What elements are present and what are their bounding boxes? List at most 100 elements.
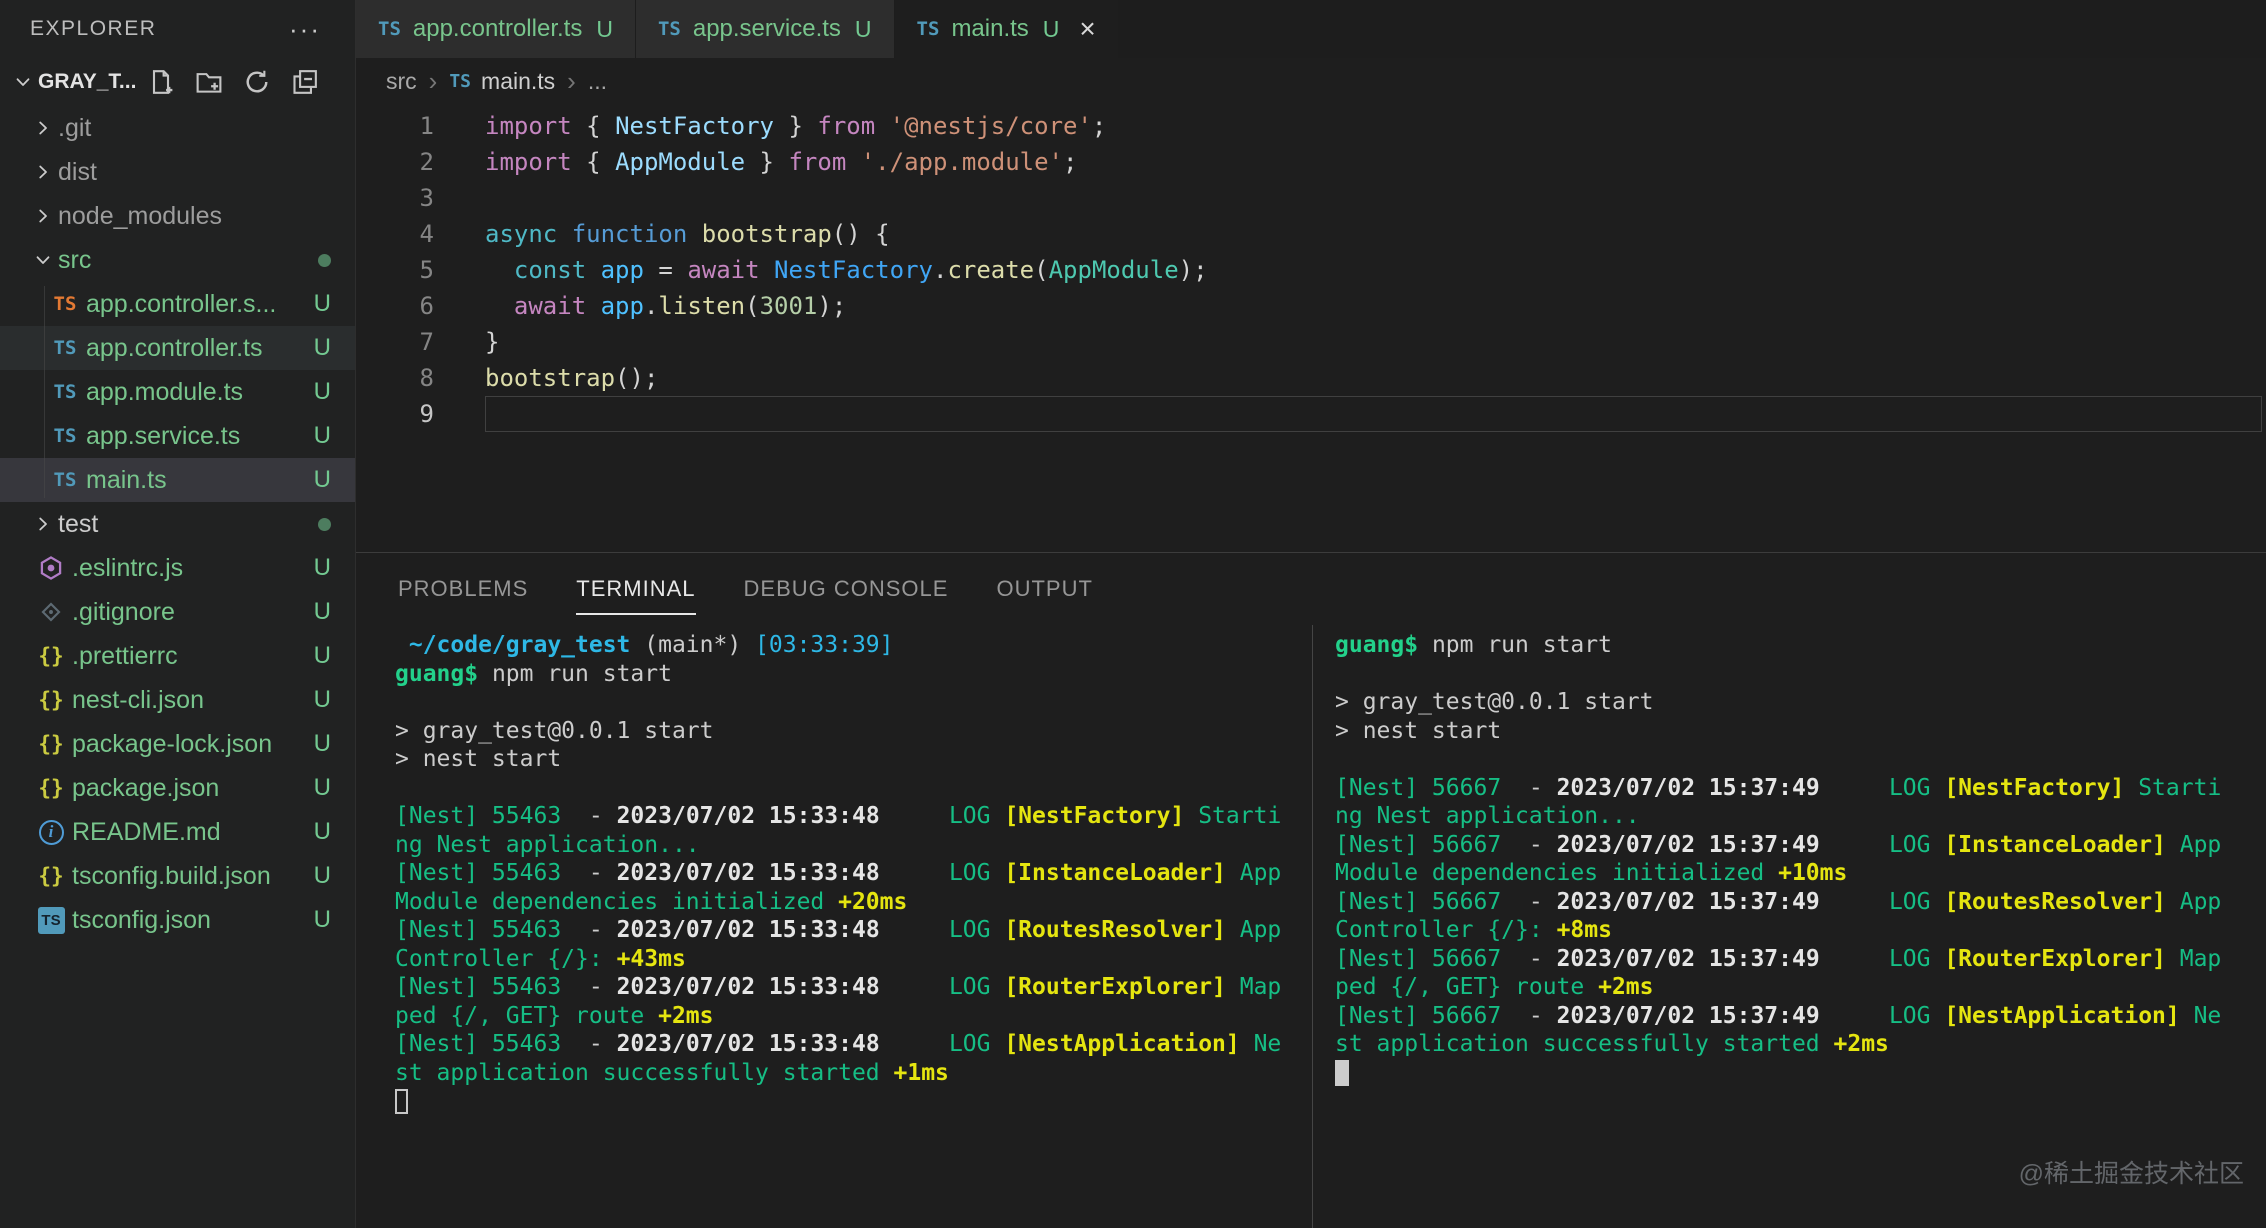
typescript-file-icon: TS bbox=[378, 18, 401, 40]
breadcrumb-file[interactable]: main.ts bbox=[481, 68, 555, 95]
workspace-name: GRAY_T... bbox=[38, 70, 136, 94]
json-braces-icon: {} bbox=[36, 688, 66, 712]
terminal-line: Controller {/}: +43ms bbox=[395, 945, 1312, 974]
tree-item-label: package-lock.json bbox=[72, 730, 304, 759]
tree-item-label: README.md bbox=[72, 818, 304, 847]
code-line-6: await app.listen(3001); bbox=[485, 288, 2266, 324]
terminal-line bbox=[1335, 745, 2266, 774]
terminal-right[interactable]: guang$ npm run start> gray_test@0.0.1 st… bbox=[1313, 625, 2266, 1228]
tree-file-app-service-ts[interactable]: TSapp.service.tsU bbox=[0, 414, 355, 458]
line-numbers-gutter: 123456789 bbox=[356, 108, 434, 552]
tree-file-app-controller-ts[interactable]: TSapp.controller.tsU bbox=[0, 326, 355, 370]
terminal-line: > gray_test@0.0.1 start bbox=[395, 717, 1312, 746]
tree-file-app-controller-s-[interactable]: TSapp.controller.s...U bbox=[0, 282, 355, 326]
terminal-line: [Nest] 55463 - 2023/07/02 15:33:48 LOG [… bbox=[395, 802, 1312, 831]
git-untracked-badge: U bbox=[314, 818, 331, 846]
git-untracked-badge: U bbox=[314, 422, 331, 450]
tree-file-readme-md[interactable]: iREADME.mdU bbox=[0, 810, 355, 854]
breadcrumb-symbol[interactable]: ... bbox=[588, 68, 607, 95]
terminal-line: [Nest] 56667 - 2023/07/02 15:37:49 LOG [… bbox=[1335, 945, 2266, 974]
vscode-window: EXPLORER ··· GRAY_T... .git dist node_modu… bbox=[0, 0, 2266, 1228]
code-content: import { NestFactory } from '@nestjs/cor… bbox=[485, 108, 2266, 552]
editor-area: TSapp.controller.tsUTSapp.service.tsUTSm… bbox=[356, 0, 2266, 1228]
tree-item-label: node_modules bbox=[58, 202, 331, 231]
git-untracked-badge: U bbox=[596, 16, 613, 43]
line-number: 8 bbox=[356, 360, 434, 396]
terminal-left[interactable]: ~/code/gray_test (main*) [03:33:39]guang… bbox=[356, 625, 1312, 1228]
close-icon[interactable]: × bbox=[1079, 15, 1095, 43]
code-line-7: } bbox=[485, 324, 2266, 360]
tree-item-label: .gitignore bbox=[72, 598, 304, 627]
git-untracked-badge: U bbox=[314, 334, 331, 362]
collapse-all-icon[interactable] bbox=[290, 67, 320, 97]
breadcrumb-folder[interactable]: src bbox=[386, 68, 417, 95]
tree-file-tsconfig-build-json[interactable]: {}tsconfig.build.jsonU bbox=[0, 854, 355, 898]
tree-folder-test[interactable]: test bbox=[0, 502, 355, 546]
chevron-right-icon bbox=[32, 161, 58, 183]
panel-tab-problems[interactable]: PROBLEMS bbox=[398, 553, 528, 625]
terminal-line: ng Nest application... bbox=[395, 831, 1312, 860]
tree-file-tsconfig-json[interactable]: TStsconfig.jsonU bbox=[0, 898, 355, 942]
git-untracked-badge: U bbox=[314, 290, 331, 318]
json-braces-icon: {} bbox=[36, 644, 66, 668]
breadcrumb-separator: › bbox=[429, 66, 438, 97]
tree-file-app-module-ts[interactable]: TSapp.module.tsU bbox=[0, 370, 355, 414]
git-untracked-badge: U bbox=[314, 906, 331, 934]
git-untracked-badge: U bbox=[314, 862, 331, 890]
terminal-line: ped {/, GET} route +2ms bbox=[1335, 973, 2266, 1002]
indent-guide bbox=[44, 286, 45, 498]
explorer-title: EXPLORER bbox=[30, 17, 156, 41]
tab-label: main.ts bbox=[951, 15, 1028, 43]
tree-file-package-json[interactable]: {}package.jsonU bbox=[0, 766, 355, 810]
chevron-right-icon bbox=[32, 117, 58, 139]
tree-file--gitignore[interactable]: .gitignore U bbox=[0, 590, 355, 634]
tree-item-label: .git bbox=[58, 114, 331, 143]
tree-item-label: src bbox=[58, 246, 308, 275]
tree-folder-dist[interactable]: dist bbox=[0, 150, 355, 194]
tree-item-label: app.controller.s... bbox=[86, 290, 304, 319]
tree-item-label: main.ts bbox=[86, 466, 304, 495]
tab-main-ts[interactable]: TSmain.tsU× bbox=[895, 0, 1119, 58]
workspace-section-header[interactable]: GRAY_T... bbox=[0, 58, 355, 106]
tab-app-controller-ts[interactable]: TSapp.controller.tsU bbox=[356, 0, 636, 58]
tree-file-package-lock-json[interactable]: {}package-lock.jsonU bbox=[0, 722, 355, 766]
line-number: 2 bbox=[356, 144, 434, 180]
new-folder-icon[interactable] bbox=[194, 67, 224, 97]
new-file-icon[interactable] bbox=[146, 67, 176, 97]
tree-file-main-ts[interactable]: TSmain.tsU bbox=[0, 458, 355, 502]
line-number: 7 bbox=[356, 324, 434, 360]
terminal-line: Module dependencies initialized +20ms bbox=[395, 888, 1312, 917]
terminal-line: [Nest] 56667 - 2023/07/02 15:37:49 LOG [… bbox=[1335, 1002, 2266, 1031]
terminal-split-container: ~/code/gray_test (main*) [03:33:39]guang… bbox=[356, 625, 2266, 1228]
panel-tab-terminal[interactable]: TERMINAL bbox=[576, 553, 695, 625]
panel-tab-debug-console[interactable]: DEBUG CONSOLE bbox=[744, 553, 949, 625]
terminal-line: ped {/, GET} route +2ms bbox=[395, 1002, 1312, 1031]
tree-file--eslintrc-js[interactable]: .eslintrc.jsU bbox=[0, 546, 355, 590]
tree-file--prettierrc[interactable]: {}.prettierrcU bbox=[0, 634, 355, 678]
chevron-down-icon bbox=[32, 249, 58, 271]
more-actions-icon[interactable]: ··· bbox=[289, 14, 321, 45]
typescript-file-icon: TS bbox=[449, 71, 471, 92]
refresh-icon[interactable] bbox=[242, 67, 272, 97]
chevron-right-icon bbox=[32, 205, 58, 227]
tree-file-nest-cli-json[interactable]: {}nest-cli.jsonU bbox=[0, 678, 355, 722]
terminal-line: st application successfully started +1ms bbox=[395, 1059, 1312, 1088]
terminal-line: [Nest] 56667 - 2023/07/02 15:37:49 LOG [… bbox=[1335, 888, 2266, 917]
panel-tab-output[interactable]: OUTPUT bbox=[996, 553, 1092, 625]
git-untracked-badge: U bbox=[314, 598, 331, 626]
tree-folder-src[interactable]: src bbox=[0, 238, 355, 282]
code-editor[interactable]: 123456789 import { NestFactory } from '@… bbox=[356, 104, 2266, 552]
typescript-file-icon: TS bbox=[658, 18, 681, 40]
code-line-2: import { AppModule } from './app.module'… bbox=[485, 144, 2266, 180]
tree-folder-node-modules[interactable]: node_modules bbox=[0, 194, 355, 238]
tree-item-label: test bbox=[58, 510, 308, 539]
tab-app-service-ts[interactable]: TSapp.service.tsU bbox=[636, 0, 895, 58]
tree-folder--git[interactable]: .git bbox=[0, 106, 355, 150]
line-number: 1 bbox=[356, 108, 434, 144]
git-untracked-badge: U bbox=[314, 466, 331, 494]
terminal-line: guang$ npm run start bbox=[395, 660, 1312, 689]
breadcrumb: src›TSmain.ts›... bbox=[356, 58, 2266, 104]
line-number: 4 bbox=[356, 216, 434, 252]
line-number: 3 bbox=[356, 180, 434, 216]
git-untracked-badge: U bbox=[1043, 16, 1060, 43]
